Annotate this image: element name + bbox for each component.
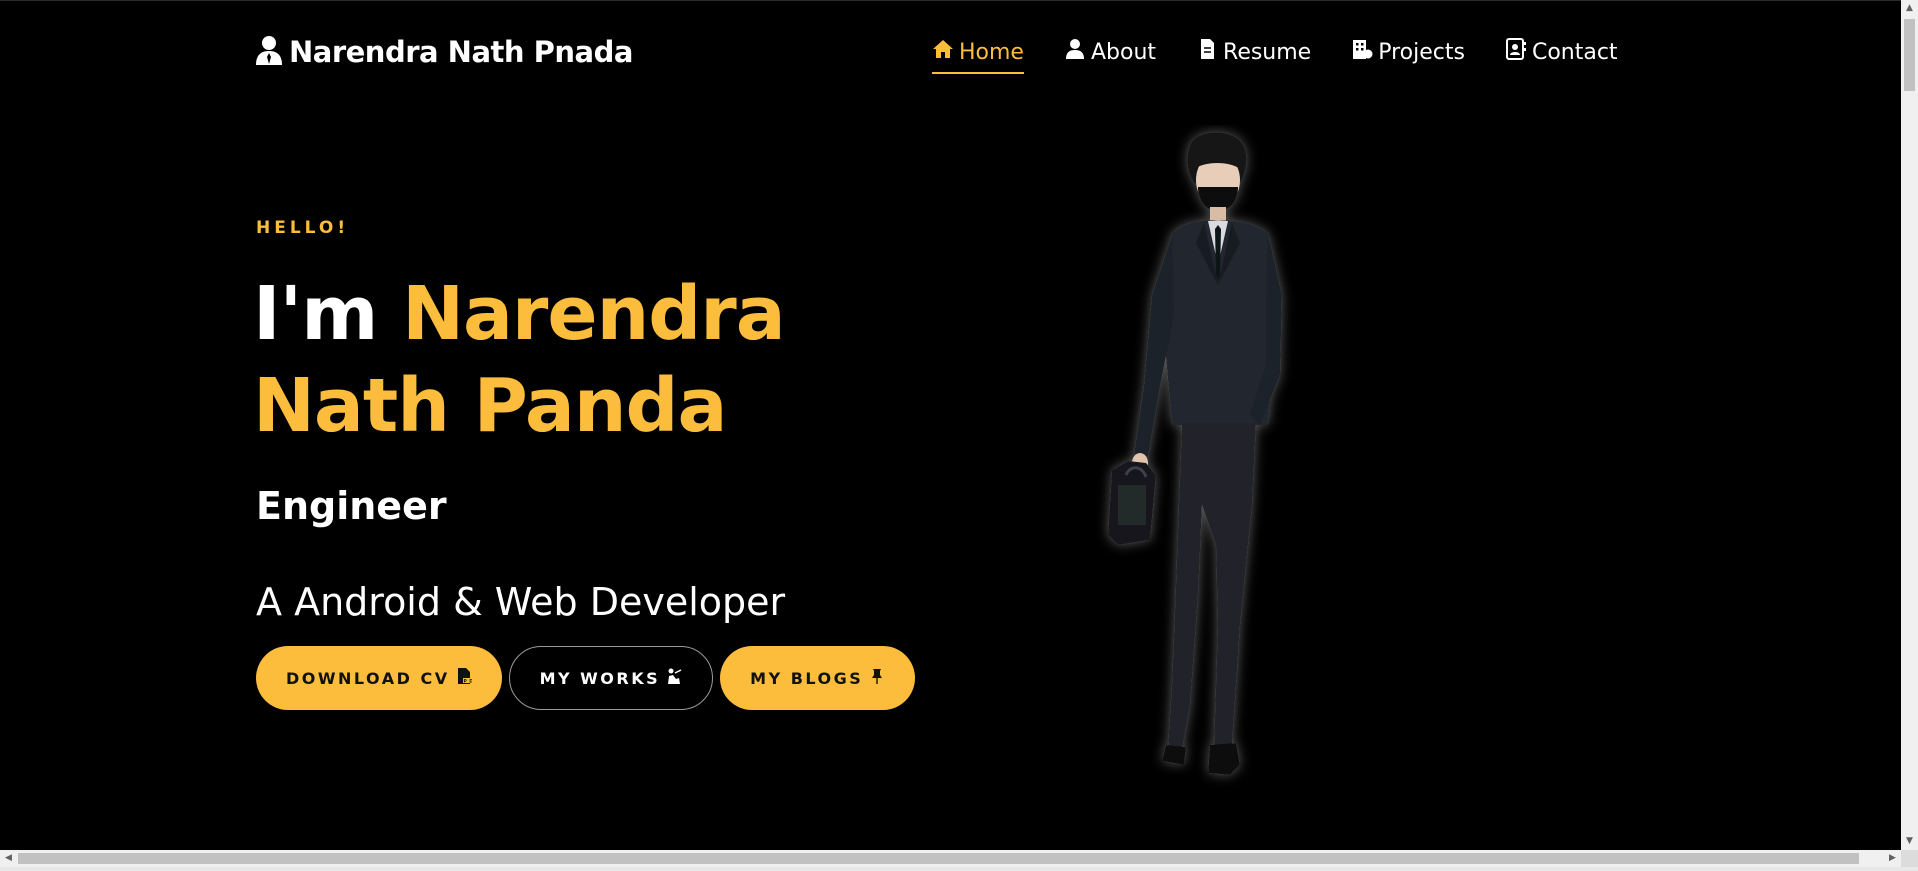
window-bottom-edge xyxy=(0,867,1918,871)
svg-text:PDF: PDF xyxy=(463,679,472,685)
file-icon xyxy=(1196,38,1218,66)
headline-name-line2: Nath Panda xyxy=(253,363,727,449)
horizontal-scrollbar[interactable]: ◀ ▶ xyxy=(0,850,1901,867)
scroll-down-arrow-icon[interactable]: ▼ xyxy=(1901,833,1918,850)
my-works-label: MY WORKS xyxy=(539,668,661,688)
nav-label-home: Home xyxy=(959,39,1024,65)
worker-icon xyxy=(666,668,682,688)
scrollbar-corner xyxy=(1901,850,1918,867)
scroll-left-arrow-icon[interactable]: ◀ xyxy=(0,850,17,867)
horizontal-scroll-thumb[interactable] xyxy=(18,853,1859,864)
nav-label-resume: Resume xyxy=(1223,39,1312,65)
my-blogs-label: MY BLOGS xyxy=(750,668,864,688)
brand-logo[interactable]: Narendra Nath Pnada xyxy=(255,32,633,72)
nav-label-about: About xyxy=(1090,39,1157,65)
download-cv-label: DOWNLOAD CV xyxy=(286,668,450,688)
headline-prefix: I'm xyxy=(253,271,403,357)
download-cv-button[interactable]: DOWNLOAD CV PDF xyxy=(256,646,502,710)
my-blogs-button[interactable]: MY BLOGS xyxy=(720,646,916,710)
home-icon xyxy=(932,38,954,66)
nav-label-contact: Contact xyxy=(1531,39,1618,65)
main-nav: Home About Resume Projects Contact xyxy=(932,34,1618,74)
nav-item-about[interactable]: About xyxy=(1064,38,1156,70)
nav-item-resume[interactable]: Resume xyxy=(1196,38,1311,70)
building-icon xyxy=(1351,38,1373,66)
hero-headline: I'm Narendra Nath Panda xyxy=(253,268,786,452)
hero-buttons: DOWNLOAD CV PDF MY WORKS MY BLOGS xyxy=(256,646,916,710)
brand-name: Narendra Nath Pnada xyxy=(289,35,633,69)
nav-item-home[interactable]: Home xyxy=(932,38,1024,74)
hero-tagline: A Android & Web Developer xyxy=(256,580,786,624)
vertical-scroll-thumb[interactable] xyxy=(1904,19,1915,91)
user-icon xyxy=(1064,38,1086,66)
nav-item-projects[interactable]: Projects xyxy=(1351,38,1465,70)
headline-name-line1: Narendra xyxy=(402,271,786,357)
hero-greeting: HELLO! xyxy=(256,218,350,238)
nav-item-contact[interactable]: Contact xyxy=(1505,38,1618,70)
vertical-scrollbar[interactable]: ▲ ▼ xyxy=(1901,0,1918,850)
window-top-border xyxy=(0,0,1918,1)
user-icon xyxy=(255,35,283,69)
hero-role: Engineer xyxy=(256,484,447,528)
nav-label-projects: Projects xyxy=(1378,39,1465,65)
my-works-button[interactable]: MY WORKS xyxy=(508,646,714,710)
hero-character-illustration xyxy=(1090,125,1350,815)
contact-card-icon xyxy=(1505,38,1527,66)
pdf-file-icon: PDF xyxy=(456,668,478,688)
scroll-right-arrow-icon[interactable]: ▶ xyxy=(1884,850,1901,867)
pin-icon xyxy=(869,668,885,688)
scroll-up-arrow-icon[interactable]: ▲ xyxy=(1901,0,1918,17)
